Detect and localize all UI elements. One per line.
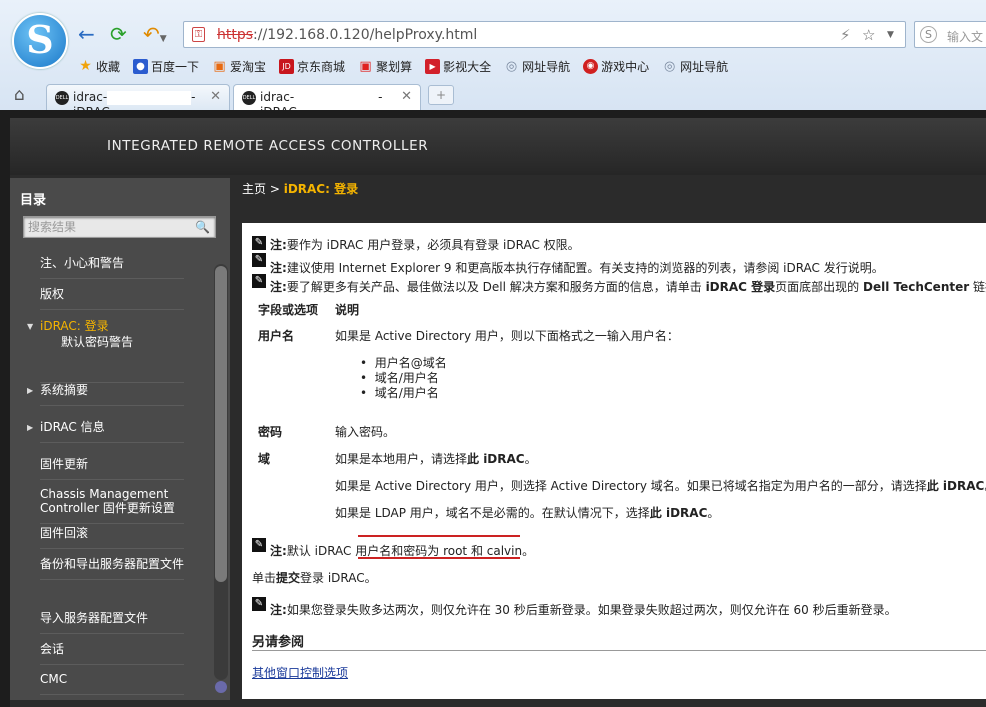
note-login-retry: 注:如果您登录失败多达两次，则仅允许在 30 秒后重新登录。如果登录失败超过两次… (270, 603, 897, 617)
bookmark-item[interactable]: ▣ 爱淘宝 (212, 57, 266, 75)
divider (252, 650, 986, 651)
refresh-icon[interactable]: ⟳ (110, 22, 127, 46)
redacted-block (107, 90, 192, 105)
toc-title: 目录 (20, 193, 47, 208)
toc-sidebar: 目录 🔍 注、小心和警告 版权 ▼ iDRAC: 登录 默认密码警告 ▶ 系统摘… (10, 178, 230, 700)
field-password: 密码 (258, 425, 283, 439)
home-icon[interactable]: ⌂ (14, 85, 25, 105)
globe-icon: ◎ (663, 58, 676, 74)
bookmark-item[interactable]: JD 京东商城 (279, 57, 345, 75)
star-icon: ★ (79, 57, 92, 74)
breadcrumb-home[interactable]: 主页 (242, 182, 266, 196)
collapsed-arrow-icon[interactable]: ▶ (27, 384, 33, 398)
browser-chrome: S ← ⟳ ↶▼ ⚿ https://192.168.0.120/helpPro… (0, 0, 986, 119)
help-content: ✎ 注:要作为 iDRAC 用户登录，必须具有登录 iDRAC 权限。 ✎ 注:… (242, 223, 986, 699)
lightning-icon[interactable]: ⚡ (840, 26, 851, 44)
list-item: • 域名/用户名 (360, 386, 439, 400)
toc-item-copyright[interactable]: 版权 (40, 287, 184, 310)
table-header-field: 字段或选项 (258, 303, 319, 317)
toc-item-idrac-info[interactable]: ▶ iDRAC 信息 (27, 420, 184, 443)
note-icon: ✎ (252, 236, 266, 250)
toc-item-sessions[interactable]: 会话 (40, 642, 184, 665)
tab-strip: ⌂ DELL idrac-- iDRAC ✕ DELL idrac-- iDRA… (0, 82, 986, 119)
close-icon[interactable]: ✕ (401, 89, 412, 104)
note-icon: ✎ (252, 597, 266, 611)
browser-tab-active[interactable]: DELL idrac-- iDRAC ✕ (233, 84, 421, 119)
bookmark-item[interactable]: ★ 收藏 (78, 57, 120, 75)
see-also-link[interactable]: 其他窗口控制选项 (252, 664, 348, 681)
address-bar[interactable]: ⚿ https://192.168.0.120/helpProxy.html ⚡… (183, 21, 906, 48)
star-icon[interactable]: ☆ (862, 26, 875, 44)
toc-item-summary[interactable]: ▶ 系统摘要 (27, 382, 184, 406)
doc-icon: ▣ (213, 58, 226, 74)
toc-item-cmc-firmware[interactable]: Chassis Management Controller 固件更新设置 (40, 487, 184, 524)
see-also-heading: 另请参阅 (252, 635, 305, 650)
bookmark-item[interactable]: ◎ 网址导航 (504, 57, 570, 75)
scroll-handle-icon[interactable] (215, 681, 227, 693)
bookmark-item[interactable]: ▶ 影视大全 (425, 57, 491, 75)
toc-scrollbar[interactable] (214, 264, 228, 680)
note-icon: ✎ (252, 274, 266, 288)
paw-icon: ● (133, 58, 149, 74)
header-banner: INTEGRATED REMOTE ACCESS CONTROLLER (10, 118, 986, 175)
breadcrumb: 主页 > iDRAC: 登录 (242, 182, 359, 196)
new-tab-button[interactable]: + (428, 85, 454, 105)
toc-item-notes[interactable]: 注、小心和警告 (40, 256, 184, 279)
dell-favicon-icon: DELL (242, 91, 256, 105)
bookmark-item[interactable]: ◎ 网址导航 (662, 57, 728, 75)
jd-icon: JD (279, 58, 295, 74)
field-domain: 域 (258, 452, 271, 466)
field-username: 用户名 (258, 329, 295, 343)
red-annotation-line (358, 535, 520, 537)
search-engine-icon[interactable]: S (920, 26, 937, 43)
toc-item-import[interactable]: 导入服务器配置文件 (40, 611, 184, 634)
chevron-down-icon[interactable]: ▼ (887, 30, 894, 40)
game-icon: ◉ (583, 58, 599, 74)
doc-icon: ▣ (359, 58, 372, 74)
table-header-desc: 说明 (335, 303, 360, 317)
toc-item-cmc[interactable]: CMC (40, 672, 184, 695)
note-icon: ✎ (252, 538, 266, 552)
toc-item-rollback[interactable]: 固件回滚 (40, 526, 184, 549)
toc-search-input[interactable] (24, 217, 189, 237)
bookmarks-bar: ★ 收藏 ● 百度一下 ▣ 爱淘宝 JD 京东商城 ▣ 聚划算 ▶ 影视大全 ◎ 网址导航 ◉… (78, 57, 741, 75)
back-arrow-icon[interactable]: ← (78, 22, 95, 46)
toc-search[interactable]: 🔍 (23, 216, 216, 238)
bookmark-item[interactable]: ● 百度一下 (133, 57, 199, 75)
toc-item-firmware-update[interactable]: 固件更新 (40, 457, 184, 480)
close-icon[interactable]: ✕ (210, 89, 221, 104)
note-text: 注:建议使用 Internet Explorer 9 和更高版本执行存储配置。有… (270, 261, 884, 275)
redacted-block (294, 90, 379, 105)
desc-domain-ad: 如果是 Active Directory 用户，则选择 Active Direc… (335, 479, 986, 493)
bookmark-item[interactable]: ◉ 游戏中心 (583, 57, 649, 75)
toc-subitem-default-password[interactable]: 默认密码警告 (40, 335, 184, 349)
desc-domain-local: 如果是本地用户，请选择此 iDRAC。 (335, 452, 537, 466)
note-icon: ✎ (252, 253, 266, 267)
note-text: 注:要作为 iDRAC 用户登录，必须具有登录 iDRAC 权限。 (270, 238, 580, 252)
browser-tab[interactable]: DELL idrac-- iDRAC ✕ (46, 84, 230, 119)
desc-password: 输入密码。 (335, 425, 396, 439)
browser-logo[interactable]: S (12, 13, 68, 69)
desc-username: 如果是 Active Directory 用户，则以下面格式之一输入用户名： (335, 329, 679, 343)
undo-icon[interactable]: ↶▼ (143, 22, 167, 51)
submit-instruction: 单击提交登录 iDRAC。 (252, 571, 377, 585)
red-underline (358, 557, 520, 559)
desc-domain-ldap: 如果是 LDAP 用户，域名不是必需的。在默认情况下，选择此 iDRAC。 (335, 506, 720, 520)
breadcrumb-current: iDRAC: 登录 (283, 182, 359, 196)
note-text: 注:要了解更多有关产品、最佳做法以及 Dell 解决方案和服务方面的信息，请单击… (270, 280, 986, 294)
expanded-arrow-icon[interactable]: ▼ (27, 320, 33, 334)
play-icon: ▶ (425, 58, 441, 74)
bookmark-item[interactable]: ▣ 聚划算 (358, 57, 412, 75)
url-text[interactable]: https://192.168.0.120/helpProxy.html (217, 27, 477, 43)
scrollbar-thumb[interactable] (215, 266, 227, 582)
search-icon[interactable]: 🔍 (195, 220, 210, 234)
banner-title: INTEGRATED REMOTE ACCESS CONTROLLER (107, 138, 429, 154)
collapsed-arrow-icon[interactable]: ▶ (27, 421, 33, 435)
browser-search[interactable]: S 输入文 (914, 21, 986, 48)
globe-icon: ◎ (505, 58, 518, 74)
dell-favicon-icon: DELL (55, 91, 69, 105)
lock-icon: ⚿ (192, 27, 205, 42)
toc-item-login[interactable]: ▼ iDRAC: 登录 默认密码警告 (27, 319, 184, 357)
toc-item-backup-export[interactable]: 备份和导出服务器配置文件 (40, 557, 184, 580)
